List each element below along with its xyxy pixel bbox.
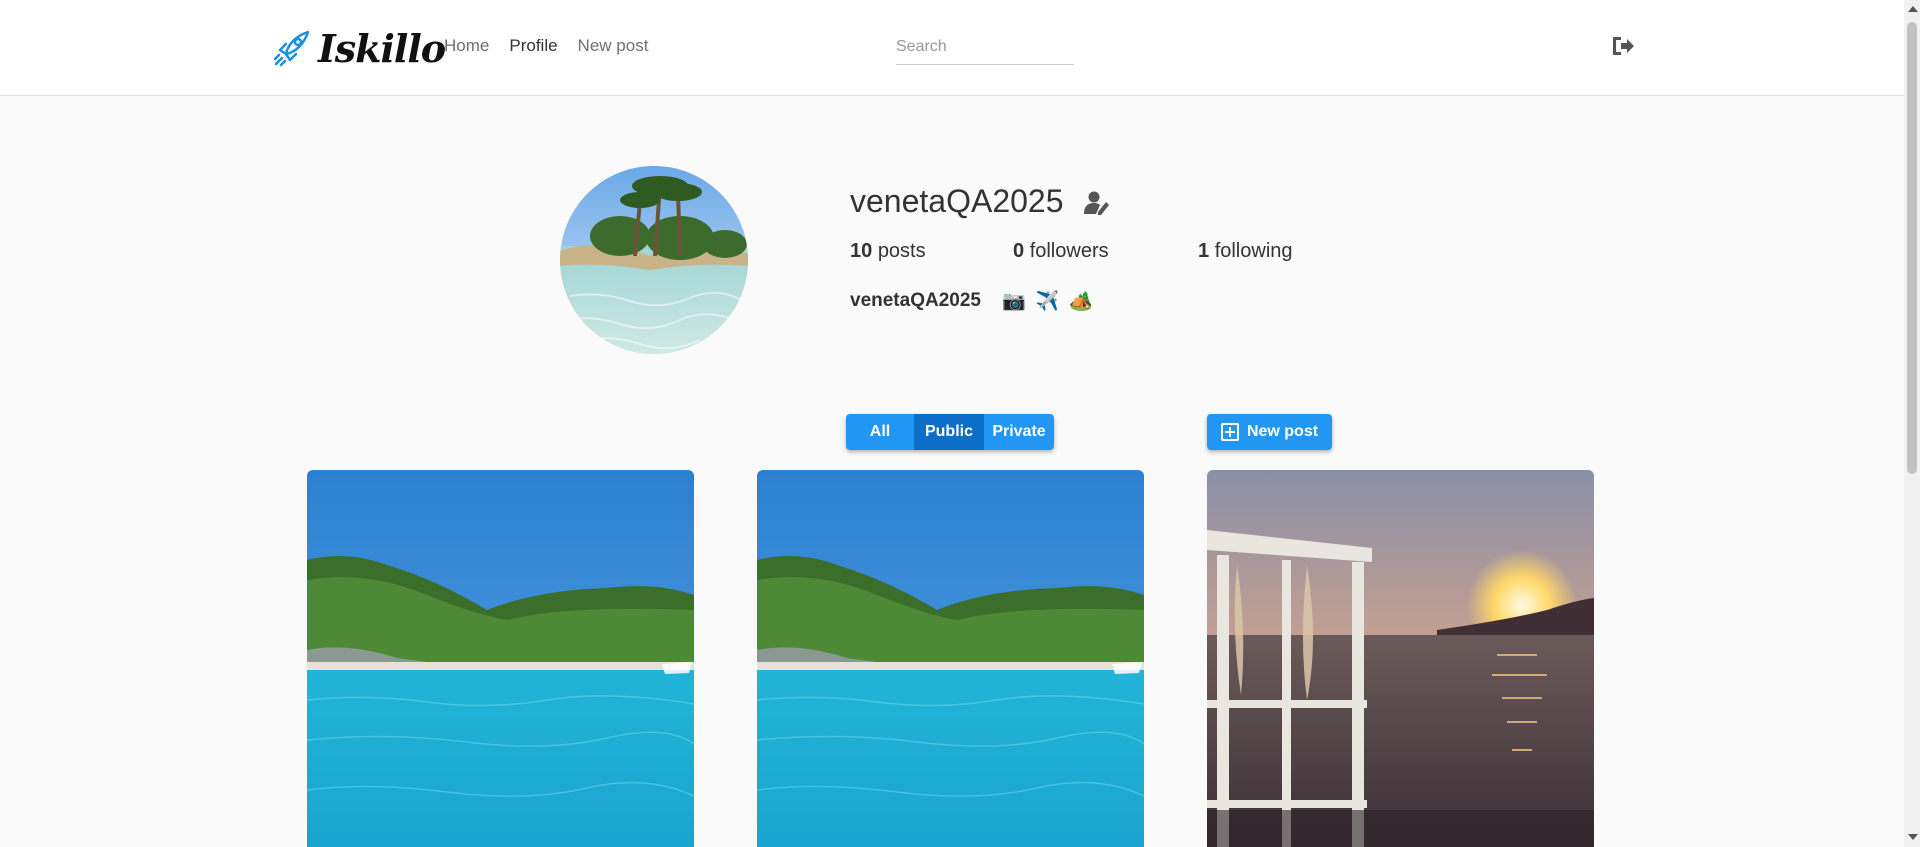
profile-username: venetaQA2025 bbox=[850, 183, 1064, 219]
posts-stat: 10 posts bbox=[850, 240, 926, 263]
posts-count: 10 bbox=[850, 240, 873, 262]
logo-text: Iskillo bbox=[318, 25, 446, 71]
post-thumbnail[interactable] bbox=[307, 470, 694, 847]
filter-all-button[interactable]: All bbox=[846, 414, 914, 450]
post-thumbnail[interactable] bbox=[757, 470, 1144, 847]
nav-profile[interactable]: Profile bbox=[509, 36, 557, 56]
following-label: following bbox=[1214, 240, 1293, 262]
scroll-up-arrow-icon[interactable] bbox=[1908, 6, 1918, 12]
profile-bio-name: venetaQA2025 bbox=[850, 290, 981, 311]
top-navbar: Iskillo Home Profile New post bbox=[0, 0, 1904, 96]
post-filter-group: All Public Private bbox=[846, 414, 1054, 450]
new-post-button[interactable]: New post bbox=[1207, 414, 1332, 450]
post-thumbnail[interactable] bbox=[1207, 470, 1594, 847]
nav-home[interactable]: Home bbox=[444, 36, 489, 56]
user-edit-icon[interactable] bbox=[1084, 190, 1112, 216]
new-post-button-label: New post bbox=[1246, 423, 1319, 440]
vertical-scrollbar[interactable] bbox=[1904, 0, 1920, 847]
main-nav: Home Profile New post bbox=[444, 36, 648, 56]
scroll-down-arrow-icon[interactable] bbox=[1908, 834, 1918, 840]
profile-bio-emojis: 📷 ✈️ 🏕️ bbox=[1002, 289, 1093, 313]
rocket-icon bbox=[273, 30, 310, 67]
followers-stat[interactable]: 0 followers bbox=[1013, 240, 1109, 263]
search-input[interactable] bbox=[896, 34, 1074, 65]
sign-out-icon[interactable] bbox=[1610, 34, 1636, 58]
following-stat[interactable]: 1 following bbox=[1198, 240, 1293, 263]
camera-icon: 📷 bbox=[1002, 291, 1026, 312]
airplane-icon: ✈️ bbox=[1035, 291, 1060, 312]
filter-private-button[interactable]: Private bbox=[984, 414, 1054, 450]
profile-avatar[interactable] bbox=[560, 166, 748, 354]
posts-label: posts bbox=[877, 240, 926, 262]
scroll-thumb[interactable] bbox=[1907, 22, 1917, 474]
logo-link[interactable]: Iskillo bbox=[272, 24, 446, 72]
filter-public-button[interactable]: Public bbox=[914, 414, 984, 450]
camping-icon: 🏕️ bbox=[1069, 291, 1094, 312]
plus-square-icon bbox=[1220, 423, 1239, 441]
followers-count: 0 bbox=[1013, 240, 1025, 262]
followers-label: followers bbox=[1029, 240, 1109, 262]
following-count: 1 bbox=[1198, 240, 1210, 262]
nav-new-post[interactable]: New post bbox=[578, 36, 649, 56]
